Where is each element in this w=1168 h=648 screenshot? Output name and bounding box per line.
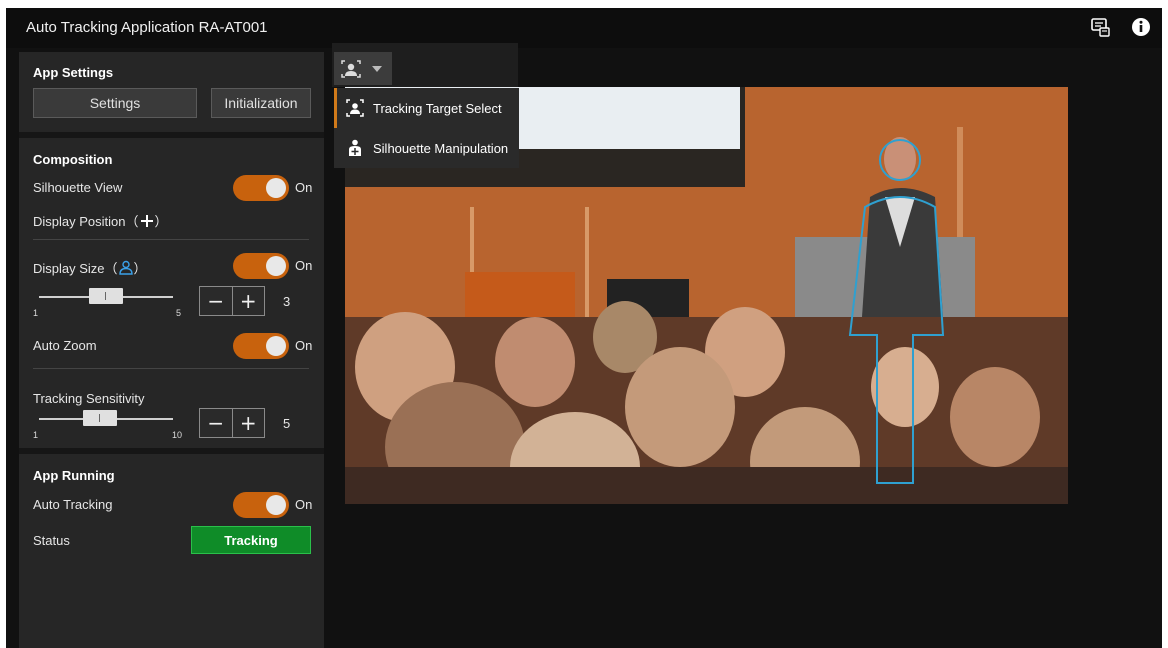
- app-running-title: App Running: [33, 468, 115, 483]
- menu-item-label: Tracking Target Select: [373, 100, 502, 116]
- display-size-min: 1: [33, 308, 39, 318]
- composition-title: Composition: [33, 152, 113, 167]
- mode-dropdown-button[interactable]: [334, 52, 392, 85]
- display-size-row: Display Size（ ）: [33, 258, 147, 277]
- app-window: Auto Tracking Application RA-AT001 App S…: [6, 8, 1162, 648]
- settings-button[interactable]: Settings: [33, 88, 197, 118]
- tracking-sensitivity-slider-thumb[interactable]: [83, 410, 117, 426]
- display-size-toggle[interactable]: [233, 253, 289, 279]
- tracking-sensitivity-plus-button[interactable]: +: [233, 409, 265, 437]
- display-size-suffix: ）: [133, 261, 147, 276]
- app-settings-section: App Settings Settings Initialization: [19, 52, 324, 132]
- tracking-target-icon: [341, 59, 361, 78]
- display-size-plus-button[interactable]: +: [233, 287, 265, 315]
- tracking-sensitivity-label: Tracking Sensitivity: [33, 391, 145, 406]
- divider: [33, 368, 309, 369]
- auto-zoom-label: Auto Zoom: [33, 338, 97, 353]
- tracking-sensitivity-min: 1: [33, 430, 39, 440]
- display-size-minus-button[interactable]: −: [200, 287, 232, 315]
- chevron-down-icon: [372, 65, 382, 72]
- tracking-sensitivity-stepper: − +: [199, 408, 265, 438]
- status-label: Status: [33, 533, 70, 548]
- silhouette-view-state: On: [295, 180, 313, 195]
- silhouette-view-toggle[interactable]: [233, 175, 289, 201]
- display-size-max: 5: [176, 308, 182, 318]
- title-bar: Auto Tracking Application RA-AT001: [6, 8, 1162, 48]
- display-size-stepper: − +: [199, 286, 265, 316]
- person-icon[interactable]: [118, 260, 134, 275]
- initialization-button[interactable]: Initialization: [211, 88, 311, 118]
- display-position-suffix: ）: [154, 214, 168, 229]
- menu-item-silhouette-manipulation[interactable]: Silhouette Manipulation: [334, 128, 519, 168]
- status-badge: Tracking: [191, 526, 311, 554]
- app-settings-title: App Settings: [33, 65, 114, 80]
- auto-zoom-state: On: [295, 338, 313, 353]
- feedback-icon[interactable]: [1090, 16, 1112, 38]
- app-title: Auto Tracking Application RA-AT001: [26, 19, 268, 36]
- tracking-sensitivity-max: 10: [172, 430, 183, 440]
- composition-section: Composition Silhouette View On Display P…: [19, 138, 324, 448]
- menu-item-tracking-target-select[interactable]: Tracking Target Select: [334, 88, 519, 128]
- display-position-label: Display Position（: [33, 214, 139, 229]
- tracking-sensitivity-minus-button[interactable]: −: [200, 409, 232, 437]
- auto-zoom-toggle[interactable]: [233, 333, 289, 359]
- divider: [33, 239, 309, 240]
- auto-tracking-toggle[interactable]: [233, 492, 289, 518]
- display-size-slider-thumb[interactable]: [89, 288, 123, 304]
- sidebar: App Settings Settings Initialization Com…: [19, 52, 324, 648]
- auto-tracking-label: Auto Tracking: [33, 497, 113, 512]
- silhouette-icon: [349, 139, 361, 156]
- menu-item-label: Silhouette Manipulation: [373, 140, 509, 156]
- auto-tracking-state: On: [295, 497, 313, 512]
- silhouette-view-label: Silhouette View: [33, 180, 123, 195]
- mode-menu: Tracking Target Select Silhouette Manipu…: [334, 88, 519, 168]
- display-size-state: On: [295, 258, 313, 273]
- app-running-section: App Running Auto Tracking On Status Trac…: [19, 454, 324, 648]
- display-position-row: Display Position（ ）: [33, 211, 168, 230]
- display-size-label: Display Size（: [33, 261, 118, 276]
- tracking-target-icon: [346, 99, 364, 117]
- tracking-sensitivity-value: 5: [283, 416, 291, 431]
- display-size-value: 3: [283, 294, 291, 309]
- info-icon[interactable]: [1130, 16, 1152, 38]
- display-position-icon[interactable]: [139, 214, 155, 228]
